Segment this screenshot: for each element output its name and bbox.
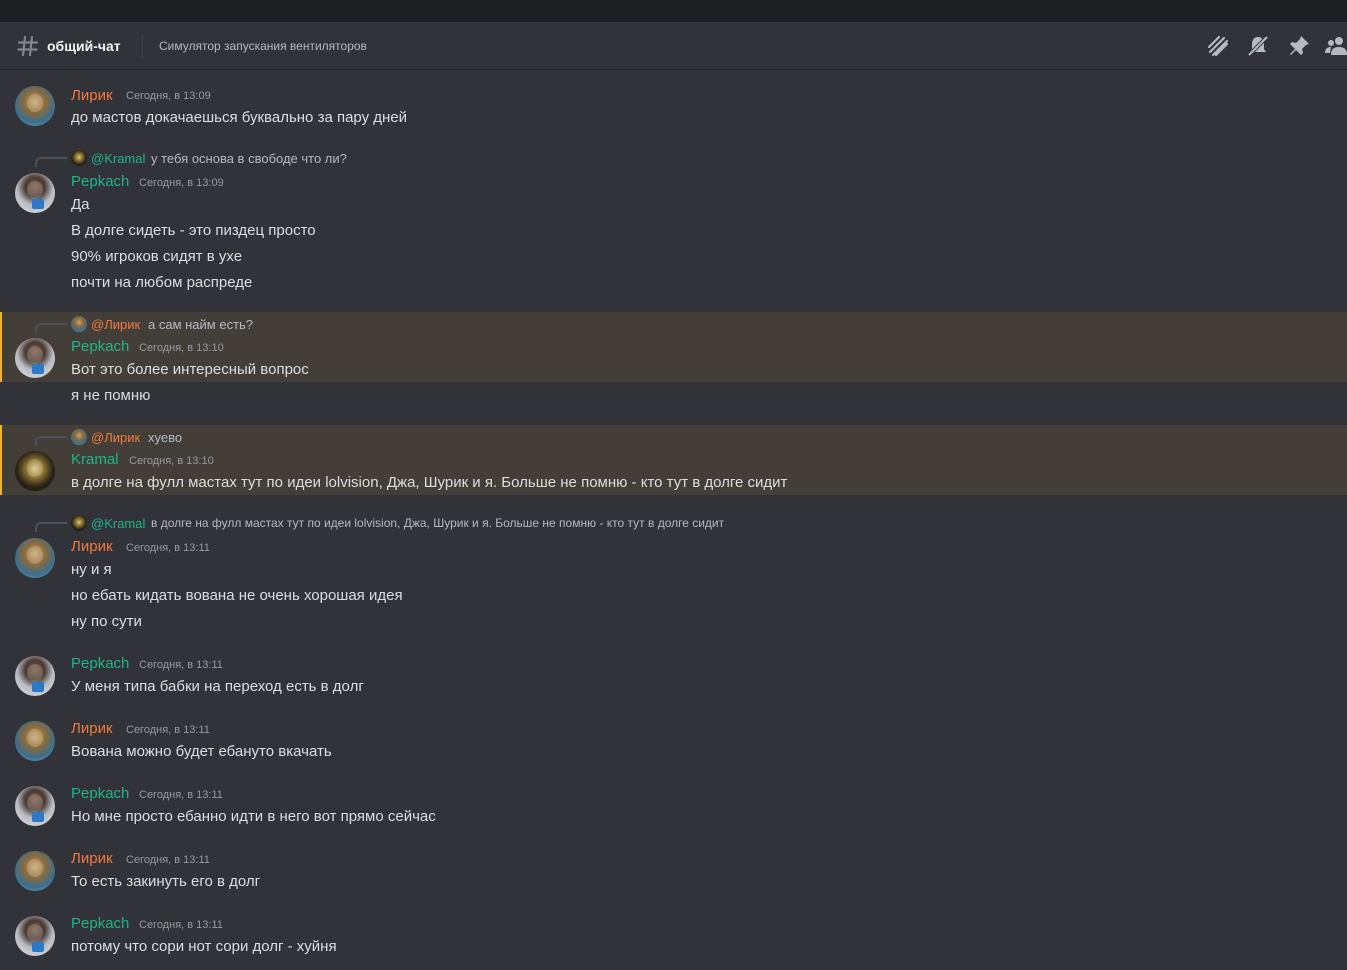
reply-preview[interactable]: @Лирик а сам найм есть? xyxy=(0,315,1347,333)
avatar[interactable] xyxy=(15,916,55,956)
avatar[interactable] xyxy=(15,786,55,826)
message-timestamp: Сегодня, в 13:09 xyxy=(139,177,224,189)
header-divider xyxy=(142,34,143,58)
message-timestamp: Сегодня, в 13:11 xyxy=(126,854,210,866)
avatar[interactable] xyxy=(15,86,55,126)
message-timestamp: Сегодня, в 13:09 xyxy=(126,90,211,102)
author-name[interactable]: Лирик xyxy=(71,850,113,867)
threads-icon[interactable] xyxy=(1206,34,1230,58)
message-text: Но мне просто ебанно идти в него вот пря… xyxy=(71,808,436,825)
reply-mention[interactable]: @Kramal xyxy=(91,151,145,166)
reply-preview[interactable]: @Kramal в долге на фулл мастах тут по ид… xyxy=(0,514,1347,532)
avatar[interactable] xyxy=(15,538,55,578)
message-text: То есть закинуть его в долг xyxy=(71,873,261,890)
channel-topic[interactable]: Симулятор запускания вентиляторов xyxy=(159,39,367,53)
message-group[interactable]: Лирик Сегодня, в 13:11 То есть закинуть … xyxy=(0,845,1347,901)
message-text: но ебать кидать вована не очень хорошая … xyxy=(71,587,403,604)
author-name[interactable]: Лирик xyxy=(71,538,113,555)
author-name[interactable]: Pepkach xyxy=(71,655,129,672)
message-group[interactable]: Pepkach Сегодня, в 13:11 потому что сори… xyxy=(0,910,1347,966)
message-timestamp: Сегодня, в 13:10 xyxy=(139,342,224,354)
reply-text: хуево xyxy=(148,430,183,445)
reply-mention[interactable]: @Kramal xyxy=(91,516,145,531)
author-name[interactable]: Pepkach xyxy=(71,785,129,802)
author-name[interactable]: Kramal xyxy=(71,451,119,468)
avatar[interactable] xyxy=(15,851,55,891)
message-text: в долге на фулл мастах тут по идеи lolvi… xyxy=(71,474,788,491)
author-name[interactable]: Pepkach xyxy=(71,173,129,190)
reply-spine xyxy=(35,323,67,333)
avatar[interactable] xyxy=(15,721,55,761)
message-group[interactable]: @Kramal у тебя основа в свободе что ли? … xyxy=(0,148,1347,298)
reply-text: в долге на фулл мастах тут по идеи lolvi… xyxy=(151,516,725,530)
author-name[interactable]: Лирик xyxy=(71,720,113,737)
reply-avatar xyxy=(71,316,87,332)
message-timestamp: Сегодня, в 13:11 xyxy=(126,542,210,554)
message-text: потому что сори нот сори долг - хуйня xyxy=(71,938,337,955)
reply-spine xyxy=(35,436,67,446)
avatar[interactable] xyxy=(15,451,55,491)
reply-spine xyxy=(35,522,67,532)
author-name[interactable]: Pepkach xyxy=(71,338,129,355)
message-timestamp: Сегодня, в 13:11 xyxy=(139,789,223,801)
reply-avatar xyxy=(71,429,87,445)
message-timestamp: Сегодня, в 13:11 xyxy=(139,659,223,671)
message-group[interactable]: Pepkach Сегодня, в 13:11 Но мне просто е… xyxy=(0,780,1347,836)
text-channel-icon xyxy=(17,35,39,57)
members-icon[interactable] xyxy=(1325,34,1347,58)
reply-mention[interactable]: @Лирик xyxy=(91,430,140,445)
message-group[interactable]: Лирик Сегодня, в 13:11 Вована можно буде… xyxy=(0,715,1347,771)
reply-avatar xyxy=(71,515,87,531)
message-text: У меня типа бабки на переход есть в долг xyxy=(71,678,364,695)
message-text: я не помню xyxy=(71,387,151,404)
message-text: ну и я xyxy=(71,561,112,578)
pin-icon[interactable] xyxy=(1287,34,1311,58)
message-timestamp: Сегодня, в 13:11 xyxy=(126,724,210,736)
channel-header: общий-чат Симулятор запускания вентилято… xyxy=(0,22,1347,70)
message-text: до мастов докачаешься буквально за пару … xyxy=(71,109,408,126)
author-name[interactable]: Pepkach xyxy=(71,915,129,932)
message-text: Вот это более интересный вопрос xyxy=(71,361,309,378)
reply-preview[interactable]: @Лирик хуево xyxy=(0,428,1347,446)
channel-name: общий-чат xyxy=(47,38,121,54)
reply-text: а сам найм есть? xyxy=(148,317,254,332)
message-text: Да xyxy=(71,196,90,213)
message-timestamp: Сегодня, в 13:10 xyxy=(129,455,214,467)
message-group[interactable]: Pepkach Сегодня, в 13:11 У меня типа баб… xyxy=(0,650,1347,706)
reply-spine xyxy=(35,157,67,167)
reply-avatar xyxy=(71,150,87,166)
message-text: Вована можно будет ебануто вкачать xyxy=(71,743,332,760)
message-text: ну по сути xyxy=(71,613,142,630)
message-text: почти на любом распреде xyxy=(71,274,253,291)
message-continuation[interactable]: я не помню xyxy=(0,382,1347,408)
reply-text: у тебя основа в свободе что ли? xyxy=(151,151,347,166)
message-group-highlighted[interactable]: @Лирик а сам найм есть? Pepkach Сегодня,… xyxy=(0,312,1347,382)
window-titlebar xyxy=(0,0,1347,22)
avatar[interactable] xyxy=(15,338,55,378)
message-timestamp: Сегодня, в 13:11 xyxy=(139,919,223,931)
message-text: В долге сидеть - это пиздец просто xyxy=(71,222,316,239)
author-name[interactable]: Лирик xyxy=(71,87,113,104)
avatar[interactable] xyxy=(15,656,55,696)
message-group[interactable]: Лирик Сегодня, в 13:09 до мастов докачае… xyxy=(0,80,1347,140)
message-group[interactable]: @Kramal в долге на фулл мастах тут по ид… xyxy=(0,513,1347,633)
message-group-highlighted[interactable]: @Лирик хуево Kramal Сегодня, в 13:10 в д… xyxy=(0,425,1347,495)
reply-mention[interactable]: @Лирик xyxy=(91,317,140,332)
reply-preview[interactable]: @Kramal у тебя основа в свободе что ли? xyxy=(0,149,1347,167)
avatar[interactable] xyxy=(15,173,55,213)
notifications-muted-icon[interactable] xyxy=(1246,34,1270,58)
message-text: 90% игроков сидят в ухе xyxy=(71,248,243,265)
